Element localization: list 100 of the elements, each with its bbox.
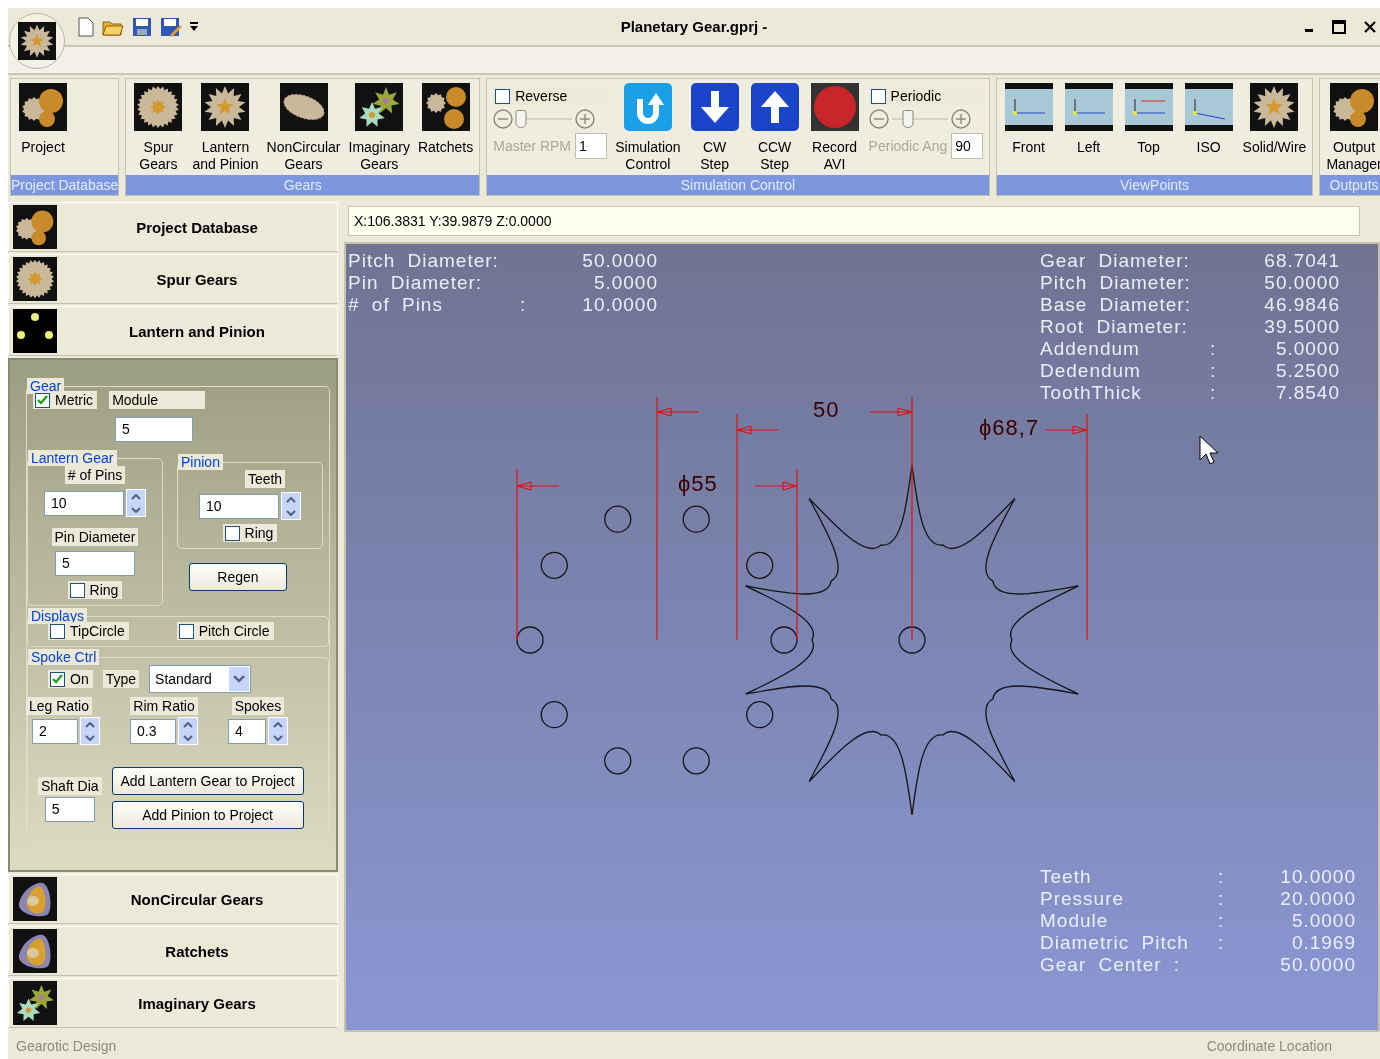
group-legend: Lantern Gear (28, 450, 117, 466)
info-value: 5.0000 (592, 272, 658, 294)
number-field[interactable]: 5 (55, 551, 135, 576)
info-value: 5.2500 (1274, 360, 1340, 382)
info-separator: : (1210, 382, 1218, 404)
checkbox[interactable] (50, 623, 65, 639)
ribbon-button[interactable]: Left (1060, 83, 1117, 156)
number-field[interactable]: 0.3 (130, 718, 176, 744)
checkbox-option[interactable]: Ring (67, 581, 123, 599)
info-separator: : (1210, 360, 1218, 382)
module-field[interactable]: 5 (115, 417, 193, 442)
sidebar-item[interactable]: Ratchets (8, 926, 338, 976)
sidebar-item[interactable]: Imaginary Gears (8, 978, 338, 1028)
slider[interactable] (891, 109, 948, 129)
status-text: Gearotic Design (16, 1037, 117, 1054)
checkbox[interactable] (69, 582, 85, 598)
sidebar-item[interactable]: NonCircular Gears (8, 874, 338, 924)
field-label: Spokes (231, 697, 285, 715)
dimension-label: 50 (813, 397, 840, 422)
checkbox[interactable] (178, 623, 194, 639)
drawing-canvas[interactable] (344, 242, 1380, 1032)
new-document-icon[interactable] (78, 16, 94, 37)
gears-icon (1330, 83, 1378, 131)
sidebar-item[interactable]: Project Database (8, 202, 338, 252)
field-label: Leg Ratio (26, 697, 92, 715)
ribbon-button[interactable]: Front (1000, 83, 1057, 156)
maximize-icon[interactable] (1332, 19, 1346, 34)
ribbon-button[interactable]: NonCircular Gears (264, 83, 343, 173)
info-value: 5.0000 (1274, 338, 1340, 360)
oval-gear-icon (279, 83, 328, 131)
ribbon-button[interactable]: Imaginary Gears (346, 83, 412, 173)
number-field[interactable]: 10 (199, 493, 279, 519)
ribbon-button[interactable]: Ratchets (415, 83, 476, 156)
spin-buttons[interactable] (80, 717, 100, 745)
plus-icon[interactable] (950, 109, 971, 129)
ribbon-button[interactable]: CW Step (686, 83, 743, 173)
group-label: Outputs (1320, 175, 1380, 195)
spin-buttons[interactable] (268, 717, 288, 745)
ribbon-button[interactable]: Spur Gears (130, 83, 187, 173)
info-label: Pin Diameter: (348, 272, 484, 294)
ribbon-button[interactable]: Simulation Control (613, 83, 683, 173)
flower-gears-icon (355, 83, 404, 131)
gear-icon (134, 83, 183, 131)
type-dropdown[interactable]: Standard (149, 665, 252, 693)
ribbon-button[interactable]: Project (15, 83, 71, 156)
save-as-icon[interactable] (160, 16, 182, 37)
chevron-down-icon (233, 675, 246, 683)
add-button[interactable]: Add Pinion to Project (111, 801, 304, 829)
number-field[interactable]: 2 (32, 718, 78, 744)
checkbox[interactable] (35, 392, 50, 408)
field-label: Type (102, 670, 140, 688)
ribbon-button[interactable]: Top (1120, 83, 1177, 156)
number-field[interactable]: 10 (44, 490, 124, 516)
ribbon-button[interactable]: CCW Step (746, 83, 803, 173)
ribbon-button[interactable]: Solid/Wire (1240, 83, 1309, 156)
checkbox[interactable] (50, 671, 65, 687)
save-icon[interactable] (132, 16, 152, 37)
group-legend: Spoke Ctrl (28, 649, 100, 665)
checkbox-option[interactable]: TipCircle (48, 622, 129, 640)
number-field[interactable]: 4 (228, 718, 266, 744)
ribbon-button[interactable]: ISO (1180, 83, 1237, 156)
ribbon-button[interactable]: Lantern and Pinion (190, 83, 261, 173)
gear-icon (13, 257, 57, 301)
dimension-label: ϕ68,7 (979, 415, 1040, 440)
record-icon (810, 83, 859, 131)
gears-icon (421, 83, 470, 131)
info-value: 7.8540 (1274, 382, 1340, 404)
field-label: Teeth (244, 470, 286, 488)
sidebar-item[interactable]: Lantern and Pinion (8, 306, 338, 356)
checkbox-option[interactable]: On (48, 670, 93, 688)
blob-icon (13, 929, 57, 973)
pin-circle (604, 505, 632, 533)
checkbox-option[interactable]: Pitch Circle (176, 622, 274, 640)
plus-icon[interactable] (575, 109, 596, 129)
pin-circle (682, 747, 710, 775)
checkbox-option[interactable]: Ring (222, 524, 278, 542)
pin-circle (746, 701, 774, 729)
add-button[interactable]: Add Lantern Gear to Project (111, 767, 304, 795)
spin-buttons[interactable] (281, 492, 301, 520)
dots-icon (13, 309, 57, 353)
regen-button[interactable]: Regen (189, 563, 287, 591)
close-icon[interactable] (1364, 20, 1376, 33)
info-label: ToothThick (1040, 382, 1143, 404)
app-menu-button[interactable] (9, 13, 65, 69)
info-label: Addendum (1040, 338, 1141, 360)
dropdown-caret-icon[interactable] (190, 21, 198, 32)
minus-icon[interactable] (868, 109, 889, 129)
spin-buttons[interactable] (178, 717, 198, 745)
minus-icon[interactable] (493, 109, 514, 129)
ribbon-button[interactable]: Record AVI (806, 83, 863, 173)
info-separator: : (1210, 338, 1218, 360)
field-label: Master RPM (493, 138, 571, 154)
check-icon (37, 395, 48, 405)
spin-buttons[interactable] (126, 489, 146, 517)
checkbox-option[interactable]: Metric (33, 391, 98, 409)
slider[interactable] (516, 109, 573, 129)
checkbox[interactable] (224, 525, 240, 541)
number-field[interactable]: 5 (44, 797, 95, 822)
field-label: Shaft Dia (38, 777, 102, 795)
sidebar-item[interactable]: Spur Gears (8, 254, 338, 304)
